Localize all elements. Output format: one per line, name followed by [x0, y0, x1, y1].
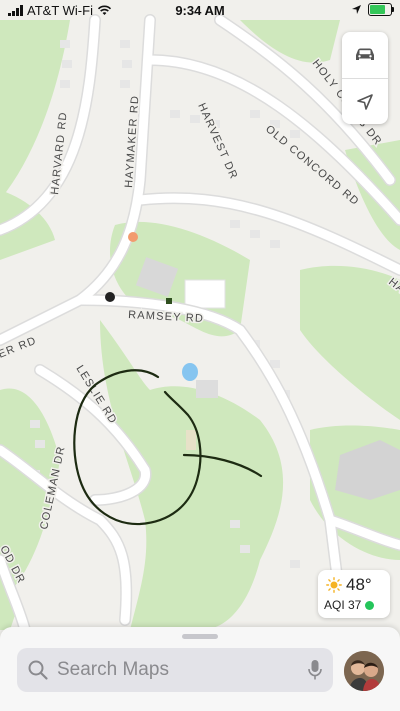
weather-temperature-row: 48°: [326, 575, 372, 595]
status-right-group: [351, 3, 394, 16]
car-icon: [356, 48, 374, 60]
battery-level-fill: [370, 5, 385, 14]
avatar[interactable]: [344, 651, 384, 691]
sun-icon: [326, 577, 342, 593]
search-bar[interactable]: [17, 648, 333, 692]
microphone-icon[interactable]: [307, 659, 323, 681]
location-arrow-icon: [357, 94, 373, 110]
aqi-value: AQI 37: [324, 598, 362, 612]
bottom-sheet[interactable]: [0, 627, 400, 711]
aqi-status-dot: [365, 600, 375, 610]
driving-mode-button[interactable]: [342, 32, 388, 78]
tracking-button[interactable]: [342, 78, 388, 125]
poi-marker-orange[interactable]: [128, 232, 138, 242]
search-icon: [28, 660, 48, 680]
pond: [182, 363, 198, 381]
battery-charging-icon: [368, 3, 394, 16]
aqi-row: AQI 37: [324, 598, 375, 612]
search-input[interactable]: [55, 658, 299, 682]
status-bar: AT&T Wi-Fi 9:34 AM: [0, 0, 400, 22]
location-arrow-icon: [352, 5, 361, 14]
profile-photo: [344, 651, 384, 691]
map-controls: [342, 32, 388, 124]
poi-marker-dark[interactable]: [105, 292, 115, 302]
weather-widget[interactable]: 48° AQI 37: [318, 570, 390, 618]
poi-marker-green[interactable]: [166, 298, 172, 304]
sheet-grabber[interactable]: [182, 634, 218, 639]
temperature-value: 48°: [346, 575, 372, 594]
clock: 9:34 AM: [175, 3, 225, 18]
